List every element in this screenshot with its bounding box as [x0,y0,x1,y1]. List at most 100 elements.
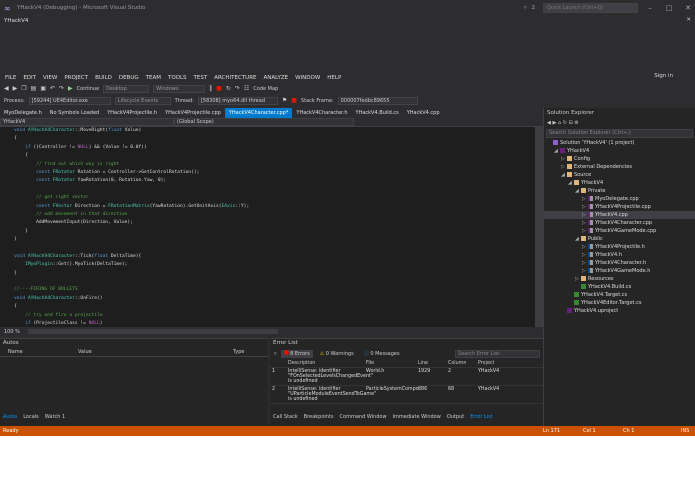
tree-item[interactable]: ▷ YHackV4Character.h [544,259,695,267]
tree-item[interactable]: YHackV4Editor.Target.cs [544,299,695,307]
undo-icon[interactable]: ↶ [50,85,55,92]
code-line[interactable]: // get right vector [14,194,543,202]
menu-file[interactable]: FILE [5,75,16,81]
menu-tools[interactable]: TOOLS [168,75,187,81]
error-col-column[interactable]: Column [446,360,476,367]
back-icon[interactable]: ◀ [4,85,9,92]
code-line[interactable] [14,278,543,286]
tree-item[interactable]: ◢ YHackV4 [544,179,695,187]
refresh-icon[interactable]: ↻ [563,120,567,126]
code-line[interactable]: if (ProjectileClass != NULL) [14,320,543,327]
minimize-icon[interactable]: – [643,4,657,12]
errors-filter-button[interactable]: 8 Errors [280,349,313,358]
code-line[interactable] [14,186,543,194]
menu-build[interactable]: BUILD [95,75,112,81]
error-search-input[interactable]: Search Error List [455,350,540,358]
tree-item[interactable]: ◢ Public [544,235,695,243]
tree-item[interactable]: ▷ YHackV4.cpp [544,211,695,219]
filter-icon[interactable]: ▿ [274,351,277,357]
tab-command-window[interactable]: Command Window [337,413,390,422]
error-col-description[interactable]: Description [286,360,364,367]
step-over-icon[interactable]: ↷ [235,85,240,92]
error-col-project[interactable]: Project [476,360,516,367]
tree-item[interactable]: ◢ YHackV4 [544,147,695,155]
forward-icon[interactable]: ▶ [13,85,18,92]
code-line[interactable]: } [14,270,543,278]
pause-icon[interactable]: ‖ [209,85,212,92]
process-combo[interactable]: [59244] UE4Editor.exe [28,96,111,105]
open-icon[interactable]: ▤ [31,85,37,92]
tree-item[interactable]: ▷ YHackV4GameMode.cpp [544,227,695,235]
code-line[interactable]: const FRotator Rotation = Controller->Ge… [14,169,543,177]
menu-help[interactable]: HELP [327,75,341,81]
continue-button[interactable]: Continue [77,86,99,92]
continue-icon[interactable]: ▶ [68,85,73,92]
tree-item[interactable]: ◢ Private [544,187,695,195]
forward-icon[interactable]: ▶ [552,120,556,126]
tab-call-stack[interactable]: Call Stack [270,413,301,422]
menu-analyze[interactable]: ANALYZE [264,75,289,81]
stop-thread-icon[interactable]: ■ [291,97,297,104]
menu-edit[interactable]: EDIT [23,75,36,81]
code-line[interactable]: void AYHackV4Character::MoveRight(float … [14,127,543,135]
close-icon[interactable]: ✕ [681,4,695,12]
tab-error-list[interactable]: Error List [467,413,496,422]
tree-item[interactable]: ▷ YHackV4.h [544,251,695,259]
home-icon[interactable]: ⌂ [558,120,561,126]
tab-myodelegate-h[interactable]: MyoDelegate.h [0,108,46,118]
stop-icon[interactable]: ■ [216,85,222,92]
menu-window[interactable]: WINDOW [295,75,320,81]
code-line[interactable]: const FRotator YawRotation(0, Rotation.Y… [14,177,543,185]
menu-view[interactable]: VIEW [43,75,57,81]
code-line[interactable]: void AYHackV4Character::OnFire() [14,295,543,303]
autos-col-type[interactable]: Type [233,348,263,356]
code-map-icon[interactable]: ☷ [244,85,249,92]
tree-item[interactable]: ▷ YHackV4Character.cpp [544,219,695,227]
collapse-icon[interactable]: ⊟ [568,120,572,126]
warnings-filter-button[interactable]: ⚠ 0 Warnings [317,350,357,358]
thread-combo[interactable]: [58308] myo64.dll thread [197,96,278,105]
code-line[interactable]: AddMovementInput(Direction, Value); [14,219,543,227]
tree-item[interactable]: ▷ Config [544,155,695,163]
flag-icon[interactable]: ⚑ [282,97,287,104]
editor-gutter[interactable] [0,127,14,327]
menu-architecture[interactable]: ARCHITECTURE [214,75,256,81]
code-line[interactable]: } [14,236,543,244]
tab-no-symbols[interactable]: No Symbols Loaded [46,108,103,118]
autos-col-name[interactable]: Name [0,348,78,356]
tab-character-h[interactable]: YHackV4Character.h [292,108,351,118]
redo-icon[interactable]: ↷ [59,85,64,92]
tree-item[interactable]: YHackV4.uproject [544,307,695,315]
code-line[interactable]: //----FIRING OF BULLETS [14,286,543,294]
menu-project[interactable]: PROJECT [64,75,88,81]
filter-icon[interactable]: ▿ [524,5,527,11]
editor-vertical-scrollbar[interactable] [535,127,543,327]
quick-launch-input[interactable]: Quick Launch (Ctrl+Q) [543,3,638,13]
tab-character-cpp[interactable]: YHackV4Character.cpp* [224,108,293,118]
scope-nav-combo[interactable]: (Global Scope) [174,118,354,126]
error-col-line[interactable]: Line [416,360,446,367]
code-line[interactable]: // add movement in that direction [14,211,543,219]
code-line[interactable]: // find out which way is right [14,161,543,169]
code-text[interactable]: void AYHackV4Character::MoveRight(float … [14,127,543,327]
tab-locals[interactable]: Locals [20,413,42,422]
autos-col-value[interactable]: Value [78,348,233,356]
code-line[interactable]: // try and fire a projectile [14,312,543,320]
zoom-level[interactable]: 100 % [4,329,20,335]
tree-item[interactable]: ▷ YHackV4Projectile.cpp [544,203,695,211]
platform-combo[interactable]: Desktop [103,84,150,93]
code-line[interactable]: { [14,152,543,160]
tree-item[interactable]: Solution 'YHackV4' (1 project) [544,139,695,147]
tab-output[interactable]: Output [444,413,467,422]
code-line[interactable]: { [14,303,543,311]
tree-item[interactable]: ▷ External Dependencies [544,163,695,171]
tab-build-cs[interactable]: YHackV4.Build.cs [352,108,403,118]
project-nav-combo[interactable]: YHackV4 [0,118,174,126]
target-combo[interactable]: Windows [153,84,206,93]
code-line[interactable]: if ((Controller != NULL) && (Value != 0.… [14,144,543,152]
project-tab[interactable]: YHackV4 [4,17,28,26]
tree-item[interactable]: ▷ MyoDelegate.cpp [544,195,695,203]
editor-horizontal-scrollbar[interactable] [27,329,278,334]
notifications-count[interactable]: 2 [532,5,536,11]
close-icon[interactable]: ✕ [686,17,691,23]
